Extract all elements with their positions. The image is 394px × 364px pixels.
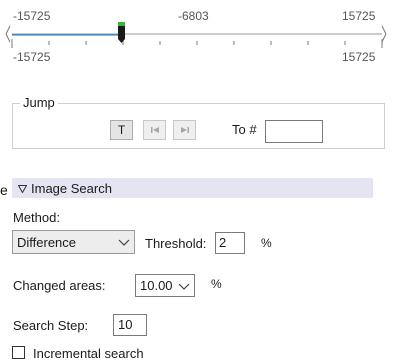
- to-number-input[interactable]: [265, 120, 323, 143]
- incremental-search-label: Incremental search: [33, 346, 144, 361]
- skip-start-icon: [150, 127, 159, 133]
- position-slider[interactable]: [0, 22, 394, 52]
- slider-left-end-icon: [5, 25, 11, 43]
- chevron-down-icon: [178, 283, 190, 290]
- jump-group-frame: [12, 103, 385, 149]
- method-dropdown[interactable]: Difference: [12, 230, 135, 254]
- skip-end-icon: [180, 127, 189, 133]
- image-search-clipped-text: e: [0, 182, 8, 198]
- threshold-unit: %: [261, 236, 272, 250]
- chevron-down-icon: [118, 239, 130, 246]
- jump-prev-button[interactable]: [143, 120, 166, 140]
- threshold-input[interactable]: 2: [215, 232, 245, 254]
- changed-areas-label: Changed areas:: [13, 278, 106, 293]
- slider-top-left-label: -15725: [13, 9, 51, 23]
- method-value: Difference: [17, 234, 77, 250]
- changed-areas-value: 10.00: [140, 278, 173, 293]
- jump-next-button[interactable]: [173, 120, 196, 140]
- changed-areas-dropdown[interactable]: 10.00: [135, 274, 195, 297]
- jump-group-label: Jump: [20, 95, 58, 110]
- t-button[interactable]: T: [110, 120, 133, 140]
- threshold-label: Threshold:: [145, 236, 207, 251]
- changed-areas-unit: %: [211, 277, 222, 291]
- search-step-label: Search Step:: [13, 318, 89, 333]
- slider-bottom-right-label: 15725: [342, 50, 376, 64]
- slider-top-right-label: 15725: [342, 9, 376, 23]
- slider-bottom-left-label: -15725: [13, 50, 51, 64]
- slider-ticks: [11, 39, 383, 48]
- slider-right-end-icon: [381, 25, 387, 43]
- search-step-input[interactable]: 10: [113, 314, 147, 336]
- slider-thumb[interactable]: [118, 22, 125, 43]
- method-label: Method:: [13, 210, 60, 225]
- collapse-triangle-icon[interactable]: [18, 185, 27, 193]
- image-search-title: Image Search: [31, 181, 112, 196]
- to-label: To #: [232, 122, 257, 137]
- slider-top-mid-label: -6803: [178, 9, 209, 23]
- incremental-search-checkbox[interactable]: [12, 346, 25, 359]
